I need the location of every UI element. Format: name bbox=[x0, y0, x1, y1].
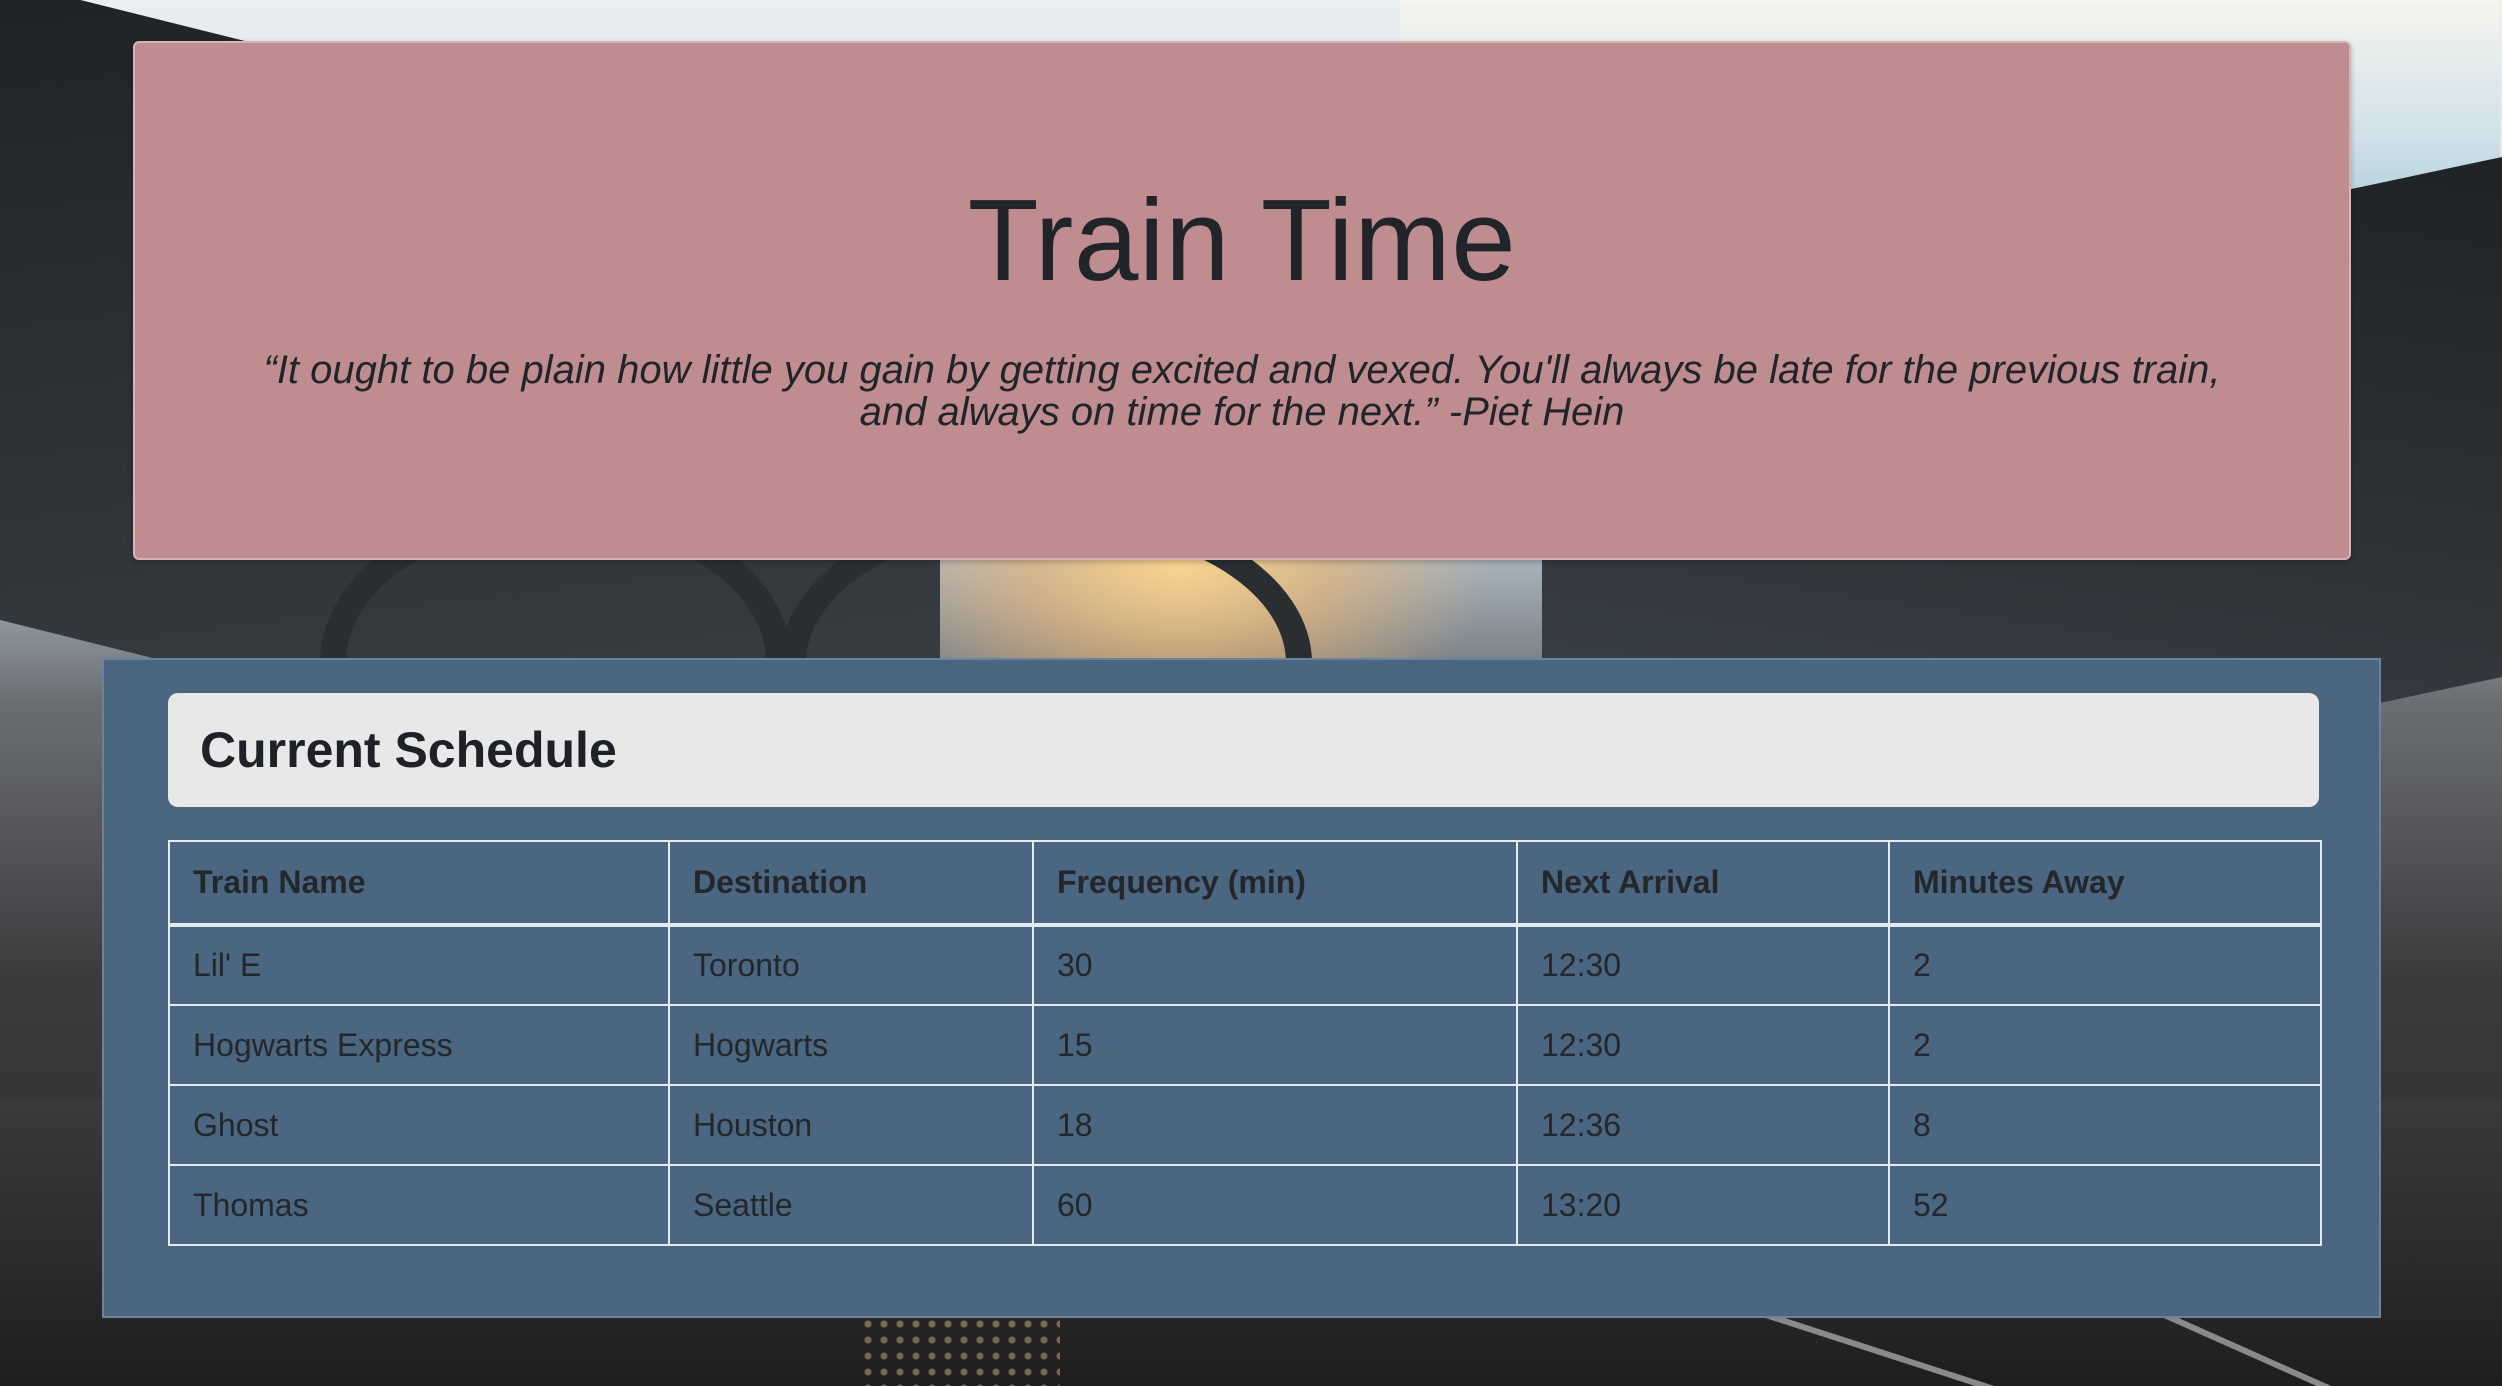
cell-train-name: Thomas bbox=[168, 1164, 670, 1246]
cell-minutes-away: 2 bbox=[1888, 1004, 2322, 1086]
cell-next-arrival: 12:36 bbox=[1516, 1084, 1890, 1166]
table-header-row: Train Name Destination Frequency (min) N… bbox=[168, 840, 2322, 927]
cell-destination: Hogwarts bbox=[668, 1004, 1034, 1086]
cell-frequency: 30 bbox=[1032, 924, 1518, 1006]
cell-train-name: Lil' E bbox=[168, 924, 670, 1006]
schedule-card-header: Current Schedule bbox=[168, 693, 2319, 807]
cell-next-arrival: 12:30 bbox=[1516, 924, 1890, 1006]
column-header-destination: Destination bbox=[668, 840, 1034, 927]
cell-train-name: Hogwarts Express bbox=[168, 1004, 670, 1086]
cell-next-arrival: 12:30 bbox=[1516, 1004, 1890, 1086]
table-row: Thomas Seattle 60 13:20 52 bbox=[168, 1164, 2322, 1246]
cell-destination: Toronto bbox=[668, 924, 1034, 1006]
cell-frequency: 15 bbox=[1032, 1004, 1518, 1086]
table-row: Ghost Houston 18 12:36 8 bbox=[168, 1084, 2322, 1166]
page-title: Train Time bbox=[967, 175, 1517, 305]
cell-destination: Seattle bbox=[668, 1164, 1034, 1246]
column-header-minutes-away: Minutes Away bbox=[1888, 840, 2322, 927]
cell-minutes-away: 2 bbox=[1888, 924, 2322, 1006]
column-header-frequency: Frequency (min) bbox=[1032, 840, 1518, 927]
column-header-next-arrival: Next Arrival bbox=[1516, 840, 1890, 927]
jumbotron-header: Train Time “It ought to be plain how lit… bbox=[133, 41, 2351, 560]
schedule-heading: Current Schedule bbox=[200, 722, 617, 778]
cell-next-arrival: 13:20 bbox=[1516, 1164, 1890, 1246]
table-row: Hogwarts Express Hogwarts 15 12:30 2 bbox=[168, 1004, 2322, 1086]
quote-text: “It ought to be plain how little you gai… bbox=[263, 348, 2221, 434]
cell-frequency: 18 bbox=[1032, 1084, 1518, 1166]
cell-minutes-away: 52 bbox=[1888, 1164, 2322, 1246]
cell-destination: Houston bbox=[668, 1084, 1034, 1166]
cell-minutes-away: 8 bbox=[1888, 1084, 2322, 1166]
schedule-panel: Current Schedule Train Name Destination … bbox=[102, 658, 2381, 1318]
schedule-table: Train Name Destination Frequency (min) N… bbox=[168, 840, 2322, 1246]
column-header-train-name: Train Name bbox=[168, 840, 670, 927]
cell-train-name: Ghost bbox=[168, 1084, 670, 1166]
cell-frequency: 60 bbox=[1032, 1164, 1518, 1246]
table-row: Lil' E Toronto 30 12:30 2 bbox=[168, 924, 2322, 1006]
